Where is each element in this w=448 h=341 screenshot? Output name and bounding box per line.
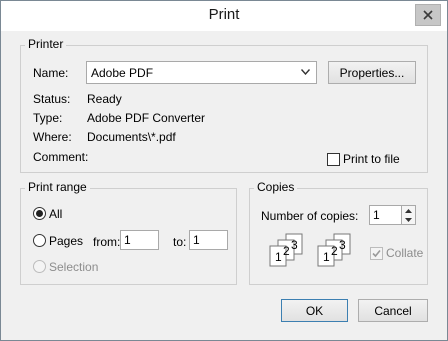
title-bar: Print (1, 1, 447, 31)
checkmark-icon (372, 249, 381, 258)
close-icon (423, 10, 433, 20)
page-number-2b: 2 (331, 244, 338, 258)
radio-pages-label[interactable]: Pages (49, 234, 83, 248)
properties-button-label: Properties... (339, 65, 405, 80)
collate-label[interactable]: Collate (386, 246, 423, 260)
page-number-2: 2 (283, 244, 290, 258)
type-value: Adobe PDF Converter (87, 111, 206, 125)
copies-group: Copies Number of copies: 3 (249, 180, 428, 285)
radio-all-label[interactable]: All (49, 207, 62, 221)
radio-selection[interactable] (33, 260, 46, 273)
printer-name-label: Name: (33, 66, 69, 80)
print-to-file-checkbox[interactable] (327, 153, 340, 166)
type-label: Type: (33, 111, 63, 125)
radio-selection-label[interactable]: Selection (49, 260, 98, 274)
from-label: from: (93, 235, 121, 249)
dialog-title: Print (208, 6, 240, 23)
page-number-3b: 3 (339, 238, 346, 252)
status-value: Ready (87, 92, 122, 106)
copies-spinner[interactable] (401, 205, 416, 225)
copies-group-label: Copies (254, 180, 298, 194)
where-value: Documents\*.pdf (87, 130, 176, 144)
collate-checkbox[interactable] (370, 247, 383, 260)
arrow-down-icon (405, 217, 412, 222)
to-label: to: (173, 235, 187, 249)
radio-pages[interactable] (33, 234, 46, 247)
ok-button-label: OK (305, 303, 324, 318)
cancel-button-label: Cancel (374, 303, 412, 318)
close-button[interactable] (415, 4, 441, 26)
number-of-copies-label: Number of copies: (261, 209, 359, 223)
cancel-button[interactable]: Cancel (358, 299, 428, 322)
status-label: Status: (33, 92, 71, 106)
print-to-file-label[interactable]: Print to file (343, 152, 400, 166)
print-range-group-label: Print range (25, 180, 90, 194)
spin-down-button[interactable] (402, 215, 415, 224)
radio-all[interactable] (33, 207, 46, 220)
print-range-group: Print range All Pages from: to: Selectio… (20, 180, 237, 285)
print-dialog: Print Printer Name: Adobe PDF Properties… (0, 0, 448, 341)
comment-label: Comment: (33, 150, 89, 164)
arrow-up-icon (405, 208, 412, 213)
chevron-down-icon (301, 69, 310, 75)
ok-button[interactable]: OK (281, 299, 348, 322)
printer-group-label: Printer (25, 37, 67, 51)
to-input[interactable] (189, 230, 228, 250)
page-number-1b: 1 (323, 250, 330, 264)
page-number-1: 1 (275, 250, 282, 264)
where-label: Where: (33, 130, 72, 144)
printer-name-value: Adobe PDF (91, 66, 154, 80)
from-input[interactable] (120, 230, 159, 250)
spin-up-button[interactable] (402, 206, 415, 215)
number-of-copies-input[interactable] (369, 205, 404, 225)
properties-button[interactable]: Properties... (328, 61, 416, 84)
printer-name-select[interactable]: Adobe PDF (86, 61, 317, 84)
collate-illustration-icon: 3 2 1 3 2 1 (269, 233, 351, 267)
printer-group: Printer Name: Adobe PDF Properties... St… (20, 37, 428, 173)
page-number-3: 3 (291, 238, 298, 252)
